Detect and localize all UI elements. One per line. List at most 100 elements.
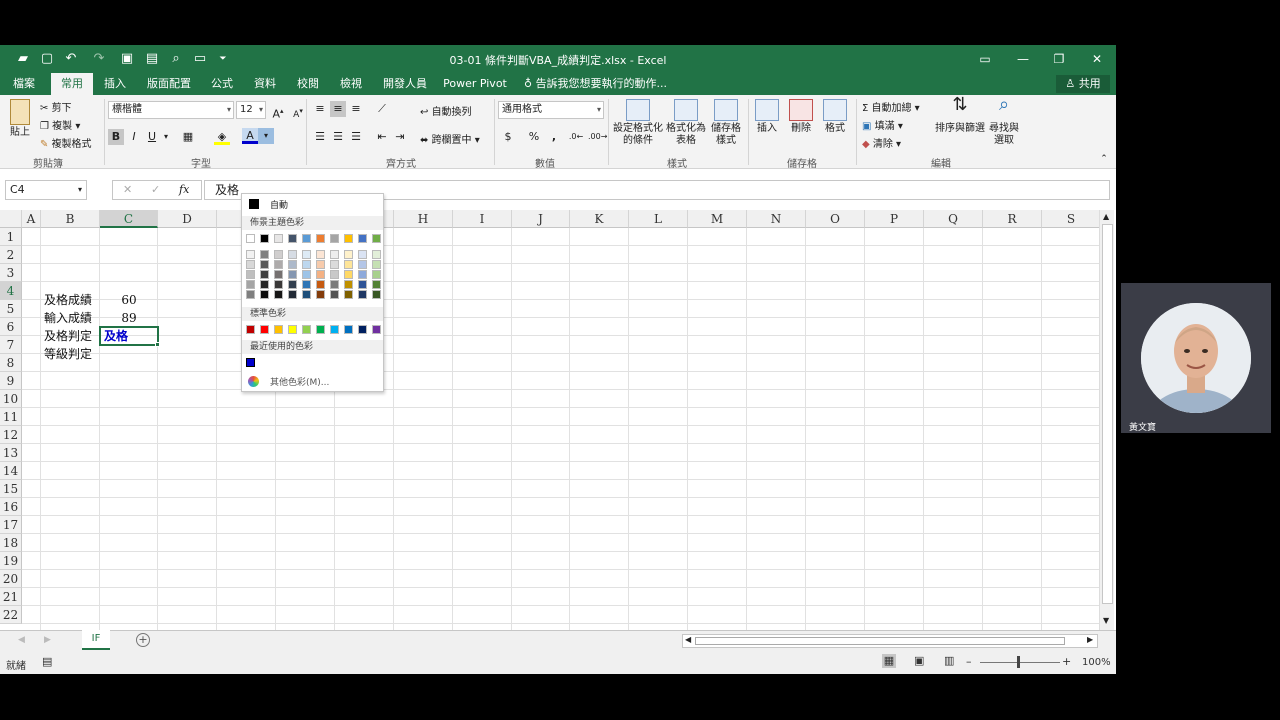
font-color-dropdown-icon[interactable]: ▾ <box>258 128 274 144</box>
fill-handle[interactable] <box>155 342 160 347</box>
theme-shade-swatch[interactable] <box>274 280 283 289</box>
standard-color-swatch[interactable] <box>274 325 283 334</box>
row-header-4[interactable]: 4 <box>0 282 22 300</box>
find-select-button[interactable]: ⌕ 尋找與選取 <box>986 96 1022 147</box>
theme-color-swatch[interactable] <box>372 234 381 243</box>
theme-shade-swatch[interactable] <box>246 280 255 289</box>
column-header-N[interactable]: N <box>747 210 806 228</box>
ribbon-display-icon[interactable]: ▭ <box>970 49 1000 69</box>
column-header-A[interactable]: A <box>22 210 41 228</box>
align-left-icon[interactable]: ☰ <box>312 129 328 145</box>
increase-decimal-icon[interactable]: .0← <box>568 129 584 145</box>
font-name-select[interactable]: 標楷體 ▾ <box>108 101 234 119</box>
theme-shade-swatch[interactable] <box>260 290 269 299</box>
italic-button[interactable]: I <box>126 129 142 145</box>
insert-function-icon[interactable]: fx <box>179 183 189 196</box>
share-button[interactable]: ♙ 共用 <box>1056 75 1110 93</box>
theme-shade-swatch[interactable] <box>316 260 325 269</box>
standard-color-swatch[interactable] <box>246 325 255 334</box>
theme-color-swatch[interactable] <box>246 234 255 243</box>
row-header-1[interactable]: 1 <box>0 228 22 246</box>
enter-icon[interactable]: ✓ <box>151 183 160 196</box>
merge-center-button[interactable]: ⬌ 跨欄置中 ▾ <box>420 131 480 146</box>
theme-color-swatch[interactable] <box>344 234 353 243</box>
page-break-view-icon[interactable]: ▥ <box>944 654 954 667</box>
column-header-L[interactable]: L <box>629 210 688 228</box>
theme-shade-swatch[interactable] <box>372 250 381 259</box>
scroll-up-icon[interactable]: ▲ <box>1103 212 1109 221</box>
decrease-indent-icon[interactable]: ⇤ <box>374 129 390 145</box>
increase-font-icon[interactable]: A▴ <box>270 103 286 121</box>
column-header-I[interactable]: I <box>453 210 512 228</box>
tab-view[interactable]: 檢視 <box>333 73 369 95</box>
theme-shade-swatch[interactable] <box>274 290 283 299</box>
recent-color-swatch[interactable] <box>246 358 255 367</box>
underline-dropdown-icon[interactable]: ▾ <box>158 129 174 145</box>
increase-indent-icon[interactable]: ⇥ <box>392 129 408 145</box>
cell-B2[interactable]: 及格成績 <box>41 291 95 309</box>
scroll-left-icon[interactable]: ◀ <box>685 635 691 644</box>
orientation-icon[interactable]: ⟋ <box>374 101 390 117</box>
paste-button[interactable]: 貼上 <box>6 99 34 139</box>
font-size-select[interactable]: 12 ▾ <box>236 101 266 119</box>
row-header-18[interactable]: 18 <box>0 534 22 552</box>
theme-shade-swatch[interactable] <box>302 280 311 289</box>
theme-shade-swatch[interactable] <box>330 260 339 269</box>
tab-file[interactable]: 檔案 <box>6 73 42 95</box>
page-layout-view-icon[interactable]: ▣ <box>914 654 924 667</box>
zoom-in-icon[interactable]: + <box>1062 655 1071 668</box>
column-header-D[interactable]: D <box>158 210 217 228</box>
minimize-button[interactable]: — <box>1008 49 1038 69</box>
vertical-scrollbar[interactable]: ▲ ▼ <box>1099 210 1114 630</box>
row-header-8[interactable]: 8 <box>0 354 22 372</box>
comma-icon[interactable]: , <box>546 129 562 145</box>
theme-shade-swatch[interactable] <box>288 280 297 289</box>
theme-shade-swatch[interactable] <box>260 270 269 279</box>
row-header-2[interactable]: 2 <box>0 246 22 264</box>
align-center-icon[interactable]: ☰ <box>330 129 346 145</box>
scroll-thumb[interactable] <box>1102 224 1113 604</box>
copy-button[interactable]: ❐ 複製 ▾ <box>40 117 80 132</box>
restore-button[interactable]: ❐ <box>1044 49 1074 69</box>
zoom-slider-thumb[interactable] <box>1017 656 1020 668</box>
theme-shade-swatch[interactable] <box>316 280 325 289</box>
align-top-icon[interactable]: ≡ <box>312 101 328 117</box>
row-header-11[interactable]: 11 <box>0 408 22 426</box>
theme-shade-swatch[interactable] <box>372 270 381 279</box>
theme-color-swatch[interactable] <box>358 234 367 243</box>
cancel-icon[interactable]: ✕ <box>123 183 132 196</box>
close-button[interactable]: ✕ <box>1082 49 1112 69</box>
row-header-5[interactable]: 5 <box>0 300 22 318</box>
automatic-color-option[interactable]: 自動 <box>246 198 380 212</box>
theme-shade-swatch[interactable] <box>246 270 255 279</box>
insert-cells-button[interactable]: 插入 <box>752 99 782 135</box>
column-header-Q[interactable]: Q <box>924 210 983 228</box>
standard-color-swatch[interactable] <box>302 325 311 334</box>
standard-color-swatch[interactable] <box>372 325 381 334</box>
bold-button[interactable]: B <box>108 129 124 145</box>
theme-shade-swatch[interactable] <box>288 270 297 279</box>
row-header-6[interactable]: 6 <box>0 318 22 336</box>
theme-shade-swatch[interactable] <box>246 290 255 299</box>
standard-color-swatch[interactable] <box>316 325 325 334</box>
theme-shade-swatch[interactable] <box>372 290 381 299</box>
column-header-J[interactable]: J <box>512 210 570 228</box>
theme-shade-swatch[interactable] <box>260 260 269 269</box>
decrease-font-icon[interactable]: A▾ <box>290 103 306 120</box>
theme-shade-swatch[interactable] <box>372 260 381 269</box>
row-header-16[interactable]: 16 <box>0 498 22 516</box>
theme-color-swatch[interactable] <box>316 234 325 243</box>
standard-color-swatch[interactable] <box>260 325 269 334</box>
row-header-22[interactable]: 22 <box>0 606 22 624</box>
theme-shade-swatch[interactable] <box>358 270 367 279</box>
column-header-B[interactable]: B <box>41 210 100 228</box>
delete-cells-button[interactable]: 刪除 <box>786 99 816 135</box>
fill-button[interactable]: ▣ 填滿 ▾ <box>862 117 903 132</box>
row-header-17[interactable]: 17 <box>0 516 22 534</box>
theme-shade-swatch[interactable] <box>344 260 353 269</box>
fill-color-icon[interactable]: ◈ <box>214 129 230 145</box>
row-header-13[interactable]: 13 <box>0 444 22 462</box>
wrap-text-button[interactable]: ↩ 自動換列 <box>420 103 472 118</box>
name-box[interactable]: C4 ▾ <box>5 180 87 200</box>
zoom-out-icon[interactable]: – <box>966 655 972 668</box>
